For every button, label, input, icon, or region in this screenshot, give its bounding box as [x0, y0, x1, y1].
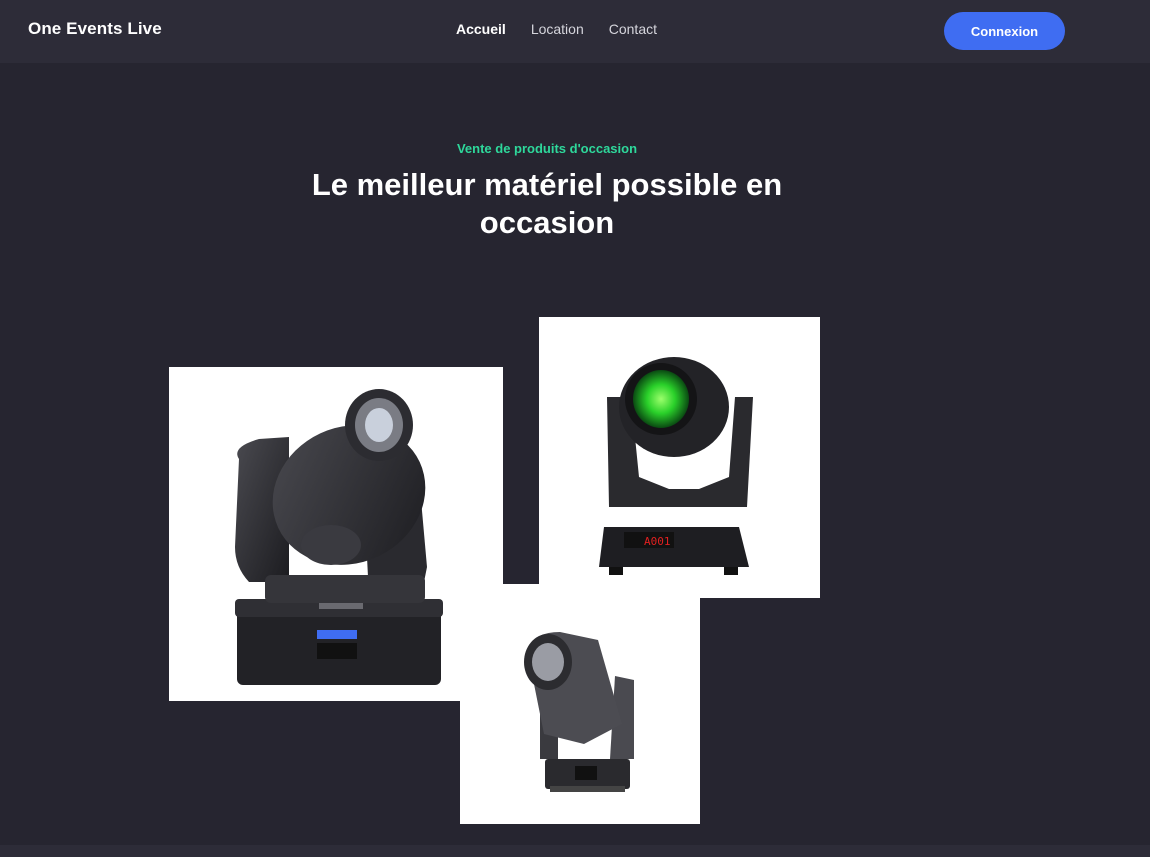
brand-logo[interactable]: One Events Live: [28, 19, 162, 39]
display-readout: A001: [644, 535, 671, 548]
top-navbar: One Events Live Accueil Location Contact…: [0, 0, 1150, 63]
moving-head-light-image: [235, 389, 443, 685]
product-image-beam-head: A001: [539, 317, 820, 598]
moving-head-spot-light-image: [524, 632, 634, 792]
nav-link-location[interactable]: Location: [531, 21, 584, 37]
login-button[interactable]: Connexion: [944, 12, 1065, 50]
product-image-moving-head: [169, 367, 503, 701]
moving-head-beam-light-image: A001: [599, 357, 753, 575]
product-image-spot-head: [460, 584, 700, 824]
nav-link-accueil[interactable]: Accueil: [456, 21, 506, 37]
nav-link-contact[interactable]: Contact: [609, 21, 657, 37]
main-nav: Accueil Location Contact: [456, 21, 657, 37]
hero-eyebrow: Vente de produits d'occasion: [456, 141, 638, 156]
hero-title: Le meilleur matériel possible en occasio…: [311, 167, 783, 240]
footer-edge: [0, 845, 1150, 857]
